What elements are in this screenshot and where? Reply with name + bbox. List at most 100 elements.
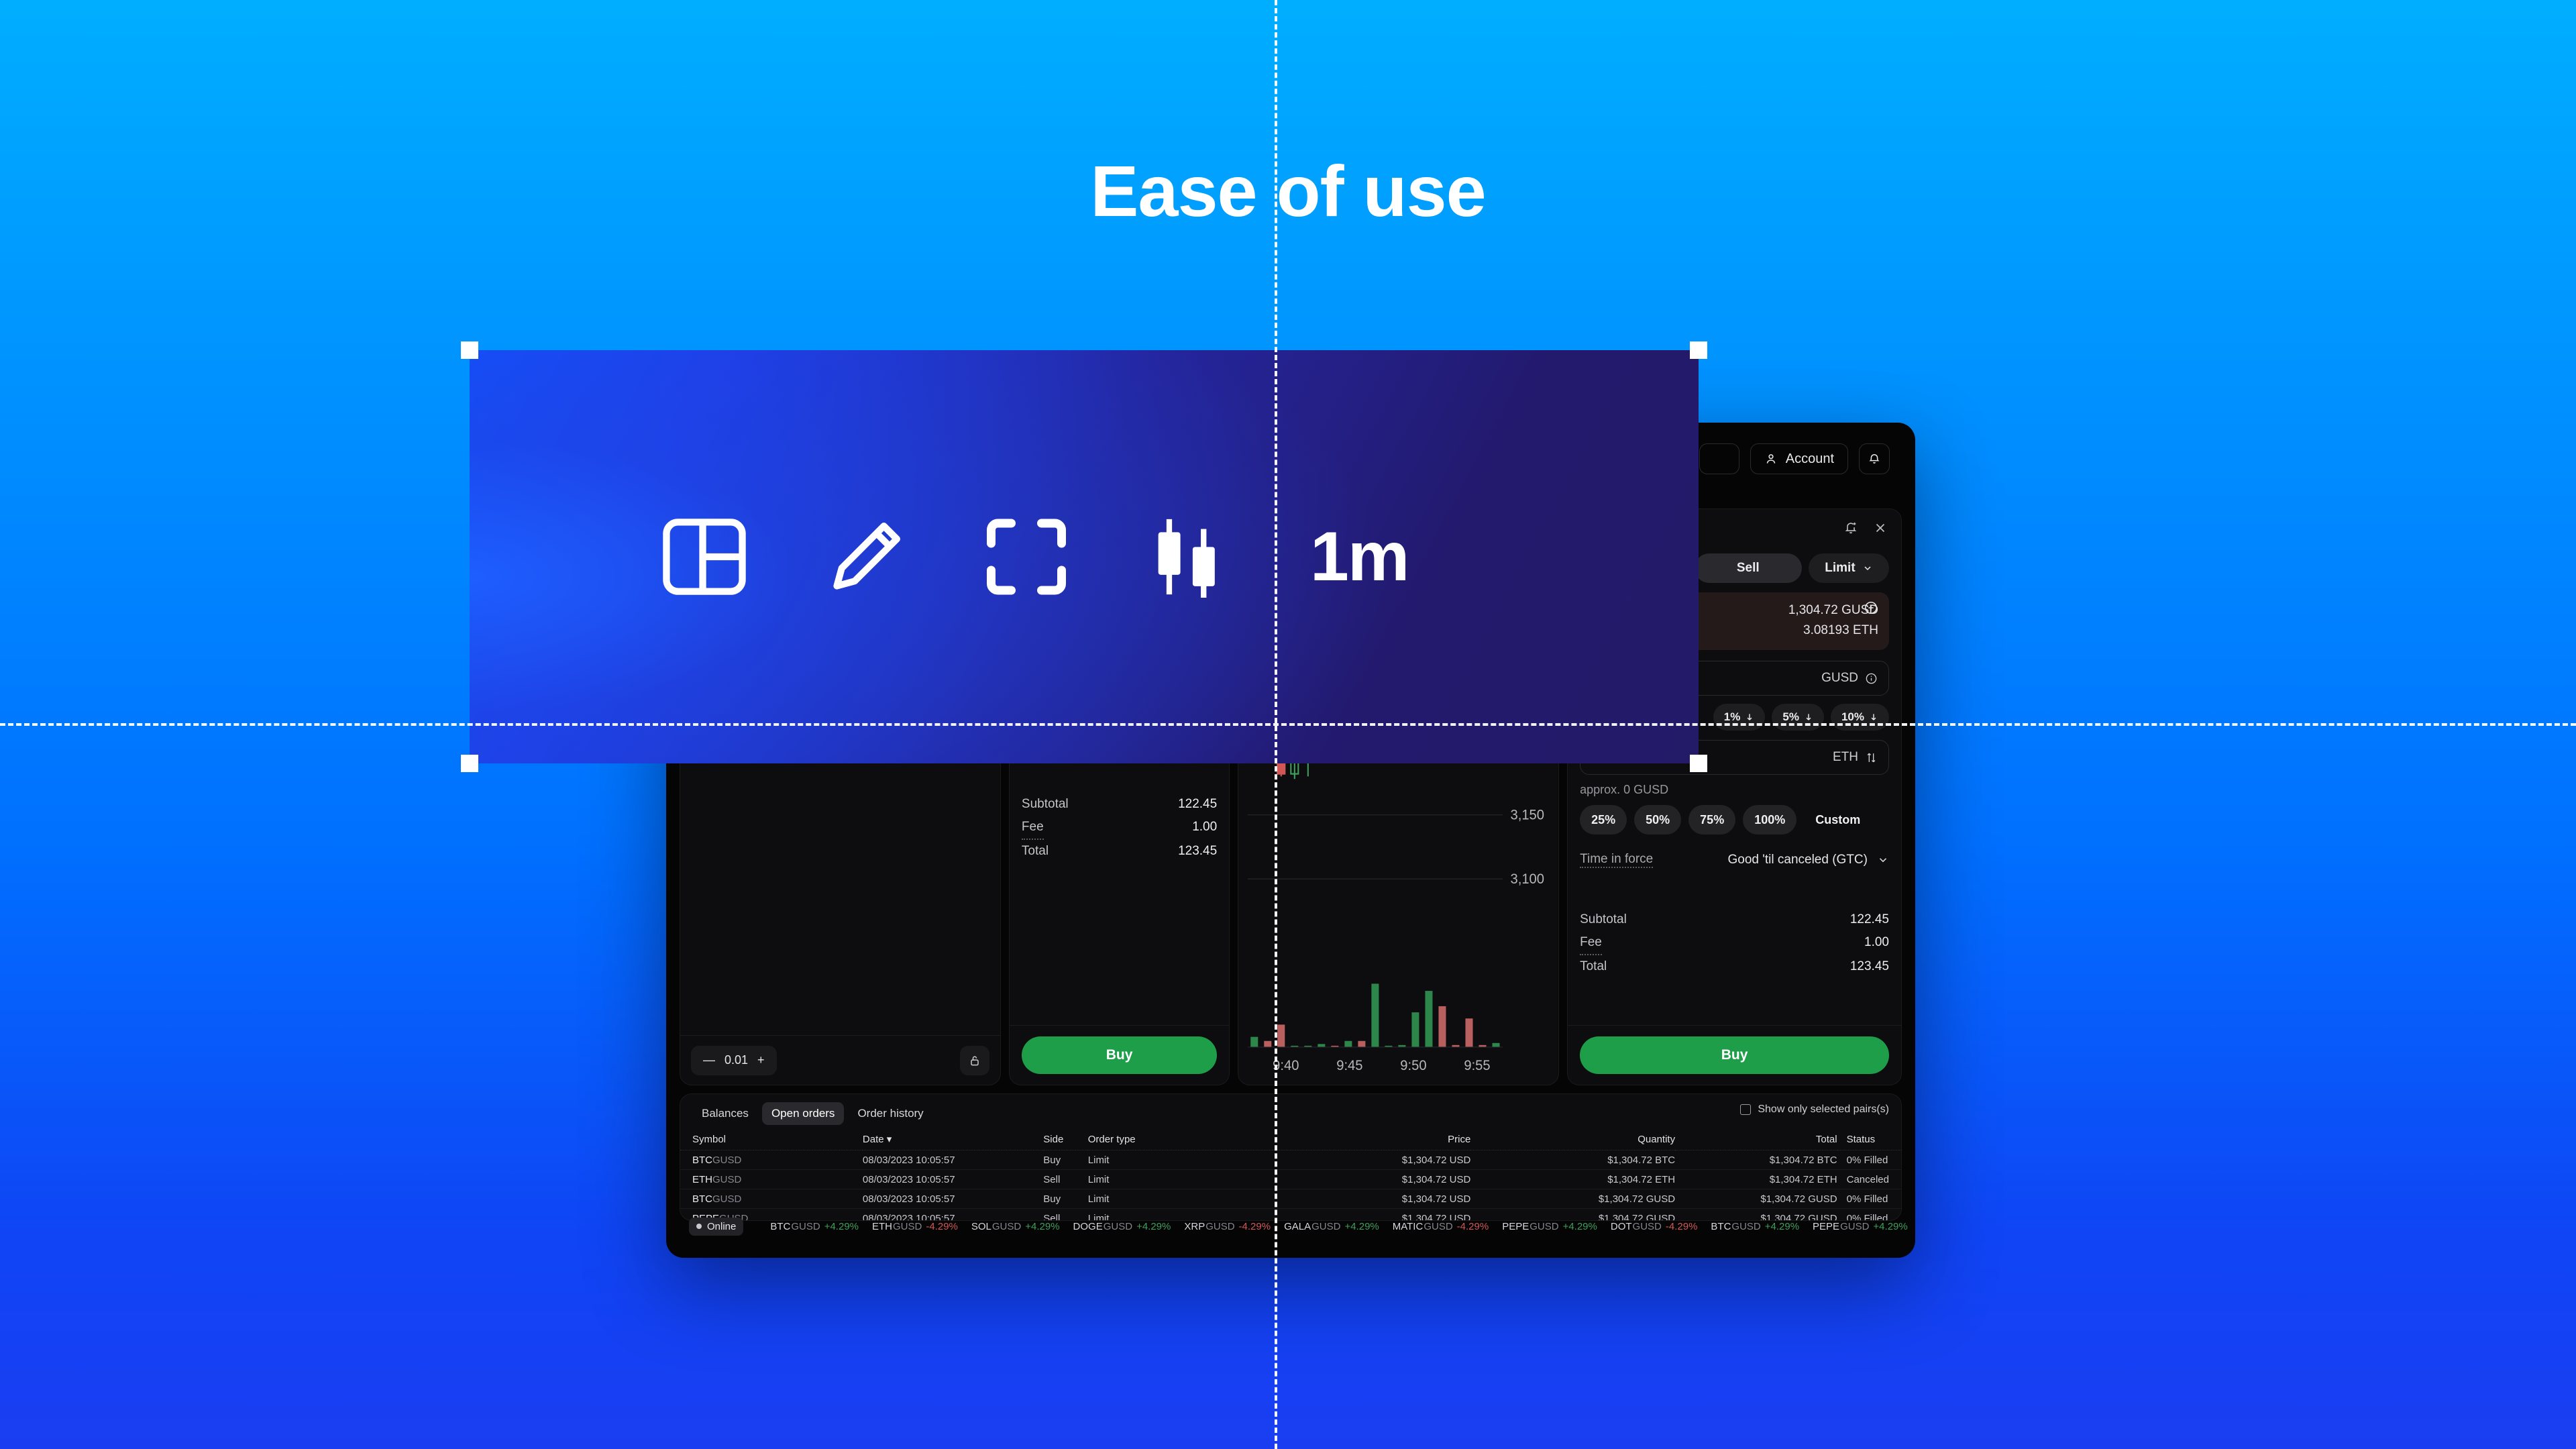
col-date[interactable]: Date ▾ — [862, 1129, 1044, 1150]
show-selected-pairs-label: Show only selected pairs(s) — [1758, 1104, 1889, 1115]
orders-tab-open-orders[interactable]: Open orders — [761, 1102, 845, 1125]
price-offset-chip-5pct[interactable]: 5% — [1772, 704, 1824, 731]
ticker-item[interactable]: PEPE GUSD +4.29% — [1502, 1221, 1597, 1232]
timeframe-label[interactable]: 1m — [1310, 522, 1409, 592]
total-value-right: 123.45 — [1849, 959, 1889, 973]
orders-tabs[interactable]: Balances Open orders Order history Show on… — [680, 1094, 1901, 1129]
notifications-button[interactable] — [1859, 443, 1890, 474]
bell-icon — [1869, 454, 1880, 464]
table-row[interactable]: BTCGUSD 08/03/2023 10:05:57 Buy Limit $1,304… — [680, 1150, 1901, 1170]
cell-status: 0% Filled — [1837, 1150, 1901, 1170]
ticker-item[interactable]: BTC GUSD +4.29% — [770, 1221, 859, 1232]
cell-date: 08/03/2023 10:05:57 — [862, 1150, 1044, 1170]
tick-size-stepper[interactable]: — 0.01 + — [691, 1045, 777, 1075]
ticker-base: BTC — [1711, 1220, 1731, 1232]
col-status[interactable]: Status — [1837, 1129, 1901, 1150]
show-selected-pairs-toggle[interactable]: Show only selected pairs(s) — [1740, 1104, 1889, 1116]
resize-handle-bottom-left[interactable] — [461, 755, 478, 772]
info-icon[interactable] — [1865, 672, 1878, 685]
percent-button-25pct[interactable]: 25% — [1580, 805, 1627, 835]
col-price[interactable]: Price — [1272, 1129, 1471, 1150]
ticker-quote: GUSD — [1731, 1220, 1761, 1232]
buy-button-right[interactable]: Buy — [1580, 1036, 1889, 1074]
price-offset-chip-10pct[interactable]: 10% — [1830, 704, 1889, 731]
topbar-extra-button[interactable] — [1699, 443, 1739, 474]
fee-value-left: 1.00 — [1192, 820, 1218, 834]
ticker-item[interactable]: SOL GUSD +4.29% — [971, 1221, 1060, 1232]
volume-bar — [1250, 1036, 1258, 1047]
resize-handle-top-right[interactable] — [1690, 341, 1707, 359]
stepper-decrement[interactable]: — — [703, 1053, 715, 1067]
swap-vertical-icon[interactable] — [1865, 751, 1878, 764]
percent-button-50pct[interactable]: 50% — [1634, 805, 1682, 835]
subtotal-label-right: Subtotal — [1580, 912, 1627, 926]
ticker-quote: GUSD — [1840, 1220, 1870, 1232]
pencil-edit-icon[interactable] — [827, 517, 905, 596]
percent-button-custom[interactable]: Custom — [1804, 805, 1872, 835]
ticker-item[interactable]: PEPE GUSD +4.29% — [1813, 1221, 1908, 1232]
total-row-left: Total 123.45 — [1022, 840, 1217, 863]
ticker-change: +4.29% — [1136, 1220, 1171, 1232]
cell-side: Buy — [1043, 1150, 1088, 1170]
ticker-change: +4.29% — [1344, 1220, 1379, 1232]
order-type-dropdown[interactable]: Limit — [1808, 553, 1889, 583]
ticker-item[interactable]: XRP GUSD -4.29% — [1184, 1221, 1271, 1232]
candlestick-chart-icon[interactable] — [1148, 516, 1231, 598]
subtotal-row-right: Subtotal 122.45 — [1580, 908, 1889, 931]
orders-tab-balances[interactable]: Balances — [692, 1102, 758, 1125]
layout-panel-icon[interactable] — [661, 517, 748, 596]
subtotal-value-right: 122.45 — [1849, 912, 1889, 926]
fee-row-right: Fee 1.00 — [1580, 931, 1889, 955]
cell-status: 0% Filled — [1837, 1189, 1901, 1209]
volume-bar — [1358, 1040, 1366, 1047]
ticker-item[interactable]: DOT GUSD -4.29% — [1611, 1221, 1698, 1232]
col-quantity[interactable]: Quantity — [1470, 1129, 1676, 1150]
orders-tab-order-history[interactable]: Order history — [848, 1102, 932, 1125]
percent-button-75pct[interactable]: 75% — [1688, 805, 1736, 835]
chip-label: 5% — [1782, 710, 1799, 723]
plus-circle-icon[interactable] — [1864, 600, 1878, 615]
ticker-item[interactable]: MATIC GUSD -4.29% — [1393, 1221, 1489, 1232]
account-button[interactable]: Account — [1750, 443, 1848, 474]
time-in-force-value-right[interactable]: Good 'til canceled (GTC) — [1728, 853, 1889, 867]
chip-label: 1% — [1723, 710, 1741, 723]
col-order-type[interactable]: Order type — [1087, 1129, 1273, 1150]
ticker-item[interactable]: DOGE GUSD +4.29% — [1073, 1221, 1171, 1232]
lock-orderbook-button[interactable] — [959, 1045, 989, 1075]
buy-button-left[interactable]: Buy — [1021, 1036, 1218, 1074]
table-row[interactable]: BTCGUSD 08/03/2023 10:05:57 Buy Limit $1,304… — [680, 1189, 1901, 1209]
feature-overlay-panel[interactable]: 1m — [461, 341, 1707, 772]
bell-add-icon[interactable] — [1843, 521, 1858, 535]
time-in-force-row-right[interactable]: Time in force Good 'til canceled (GTC) — [1580, 852, 1889, 868]
ticker-base: PEPE — [1813, 1220, 1840, 1232]
percent-button-100pct[interactable]: 100% — [1743, 805, 1797, 835]
ticker-change: +4.29% — [1562, 1220, 1597, 1232]
resize-handle-bottom-right[interactable] — [1690, 755, 1707, 772]
stepper-increment[interactable]: + — [757, 1053, 765, 1067]
price-offset-chip-1pct[interactable]: 1% — [1713, 704, 1766, 731]
ticker-base: GALA — [1284, 1220, 1311, 1232]
resize-handle-top-left[interactable] — [461, 341, 478, 359]
ticker-base: DOT — [1610, 1220, 1632, 1232]
ticker-item[interactable]: ETH GUSD -4.29% — [872, 1221, 958, 1232]
orders-table-head: Symbol Date ▾ Side Order type Price Quan… — [680, 1129, 1901, 1150]
volume-bar — [1465, 1018, 1473, 1047]
ticker-item[interactable]: GALA GUSD +4.29% — [1284, 1221, 1379, 1232]
status-ticker-bar: Online BTC GUSD +4.29% ETH GUSD -4.29% SOL GUSD… — [680, 1215, 1908, 1238]
col-side[interactable]: Side — [1043, 1129, 1088, 1150]
checkbox-icon[interactable] — [1740, 1104, 1752, 1115]
percent-quick-buttons-right[interactable]: 25% 50% 75% 100% Custom — [1580, 805, 1889, 835]
col-symbol[interactable]: Symbol — [680, 1129, 863, 1150]
table-row[interactable]: ETHGUSD 08/03/2023 10:05:57 Sell Limit $1,30… — [680, 1169, 1901, 1189]
ticker-quote: GUSD — [1529, 1220, 1559, 1232]
fullscreen-expand-icon[interactable] — [984, 517, 1069, 597]
col-total[interactable]: Total — [1675, 1129, 1837, 1150]
ticker-base: XRP — [1184, 1220, 1205, 1232]
ticker-item[interactable]: BTC GUSD +4.29% — [1711, 1221, 1799, 1232]
ticker-base: DOGE — [1073, 1220, 1103, 1232]
connection-status-badge[interactable]: Online — [689, 1217, 744, 1236]
close-icon[interactable] — [1873, 521, 1888, 535]
fee-value-right: 1.00 — [1864, 935, 1889, 949]
order-type-value: Limit — [1825, 561, 1856, 575]
sell-tab[interactable]: Sell — [1694, 553, 1802, 583]
